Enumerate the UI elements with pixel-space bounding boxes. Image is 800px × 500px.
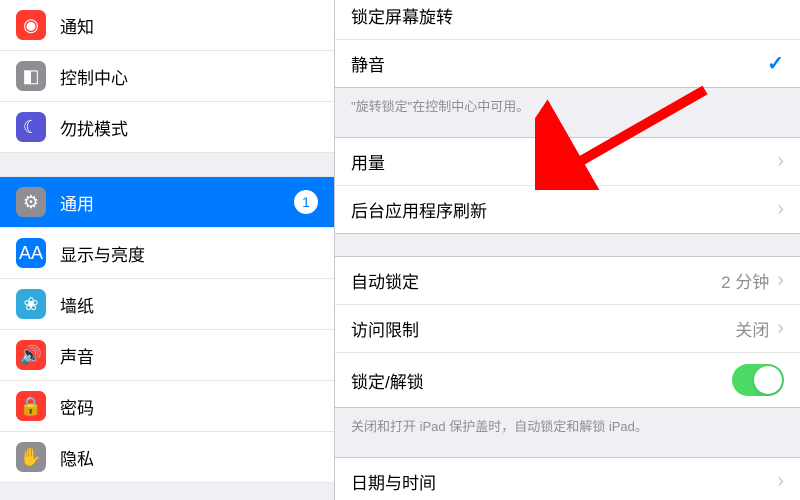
group-footer-note: 关闭和打开 iPad 保护盖时，自动锁定和解锁 iPad。: [335, 408, 800, 435]
speaker-icon: 🔊: [16, 340, 46, 370]
row-mute[interactable]: 静音 ✓: [335, 40, 800, 87]
sidebar-item-dnd[interactable]: ☾ 勿扰模式: [0, 102, 334, 153]
sidebar-item-display[interactable]: AA 显示与亮度: [0, 228, 334, 279]
toggle-switch[interactable]: [732, 364, 784, 396]
group-lock: 自动锁定 2 分钟 › 访问限制 关闭 › 锁定/解锁: [335, 256, 800, 408]
badge: 1: [294, 190, 318, 214]
group-usage: 用量 › 后台应用程序刷新 ›: [335, 137, 800, 234]
sidebar-item-label: 声音: [60, 343, 318, 368]
row-usage[interactable]: 用量 ›: [335, 138, 800, 186]
sidebar-spacer: [0, 483, 334, 500]
sidebar-item-label: 隐私: [60, 445, 318, 470]
row-label: 自动锁定: [351, 268, 721, 293]
row-auto-lock[interactable]: 自动锁定 2 分钟 ›: [335, 257, 800, 305]
row-label: 静音: [351, 51, 767, 76]
detail-pane: 锁定屏幕旋转 静音 ✓ "旋转锁定"在控制中心中可用。 用量 › 后台应用程序刷…: [335, 0, 800, 500]
sidebar-item-sound[interactable]: 🔊 声音: [0, 330, 334, 381]
group-side-switch: 锁定屏幕旋转 静音 ✓: [335, 0, 800, 88]
row-datetime[interactable]: 日期与时间 ›: [335, 458, 800, 500]
row-value: 关闭: [735, 316, 769, 341]
sidebar-item-wallpaper[interactable]: ❀ 墙纸: [0, 279, 334, 330]
display-icon: AA: [16, 238, 46, 268]
row-rotation-lock[interactable]: 锁定屏幕旋转: [335, 0, 800, 40]
row-label: 日期与时间: [351, 469, 777, 494]
sidebar-spacer: [0, 153, 334, 177]
row-lock-unlock[interactable]: 锁定/解锁: [335, 353, 800, 407]
sidebar-item-label: 通用: [60, 190, 294, 215]
sidebar-item-notifications[interactable]: ◉ 通知: [0, 0, 334, 51]
sidebar-item-label: 勿扰模式: [60, 115, 318, 140]
chevron-right-icon: ›: [777, 470, 784, 493]
chevron-right-icon: ›: [777, 198, 784, 221]
row-label: 后台应用程序刷新: [351, 197, 777, 222]
sidebar: ◉ 通知 ◧ 控制中心 ☾ 勿扰模式 ⚙ 通用 1 AA 显示与亮度 ❀ 墙纸 …: [0, 0, 335, 500]
hand-icon: ✋: [16, 442, 46, 472]
group-footer-note: "旋转锁定"在控制中心中可用。: [335, 88, 800, 115]
row-label: 锁定/解锁: [351, 368, 732, 393]
chevron-right-icon: ›: [777, 317, 784, 340]
sidebar-item-label: 密码: [60, 394, 318, 419]
control-center-icon: ◧: [16, 61, 46, 91]
sidebar-item-label: 控制中心: [60, 64, 318, 89]
row-label: 锁定屏幕旋转: [351, 3, 784, 28]
sidebar-item-label: 墙纸: [60, 292, 318, 317]
notifications-icon: ◉: [16, 10, 46, 40]
sidebar-item-label: 显示与亮度: [60, 241, 318, 266]
sidebar-item-privacy[interactable]: ✋ 隐私: [0, 432, 334, 483]
moon-icon: ☾: [16, 112, 46, 142]
sidebar-item-general[interactable]: ⚙ 通用 1: [0, 177, 334, 228]
gear-icon: ⚙: [16, 187, 46, 217]
lock-icon: 🔒: [16, 391, 46, 421]
sidebar-item-control-center[interactable]: ◧ 控制中心: [0, 51, 334, 102]
row-bg-refresh[interactable]: 后台应用程序刷新 ›: [335, 186, 800, 233]
row-label: 用量: [351, 149, 777, 174]
wallpaper-icon: ❀: [16, 289, 46, 319]
checkmark-icon: ✓: [767, 51, 784, 76]
sidebar-item-passcode[interactable]: 🔒 密码: [0, 381, 334, 432]
row-restrictions[interactable]: 访问限制 关闭 ›: [335, 305, 800, 353]
sidebar-item-label: 通知: [60, 13, 318, 38]
group-datetime: 日期与时间 ›: [335, 457, 800, 500]
chevron-right-icon: ›: [777, 269, 784, 292]
row-value: 2 分钟: [721, 268, 769, 293]
row-label: 访问限制: [351, 316, 735, 341]
chevron-right-icon: ›: [777, 150, 784, 173]
